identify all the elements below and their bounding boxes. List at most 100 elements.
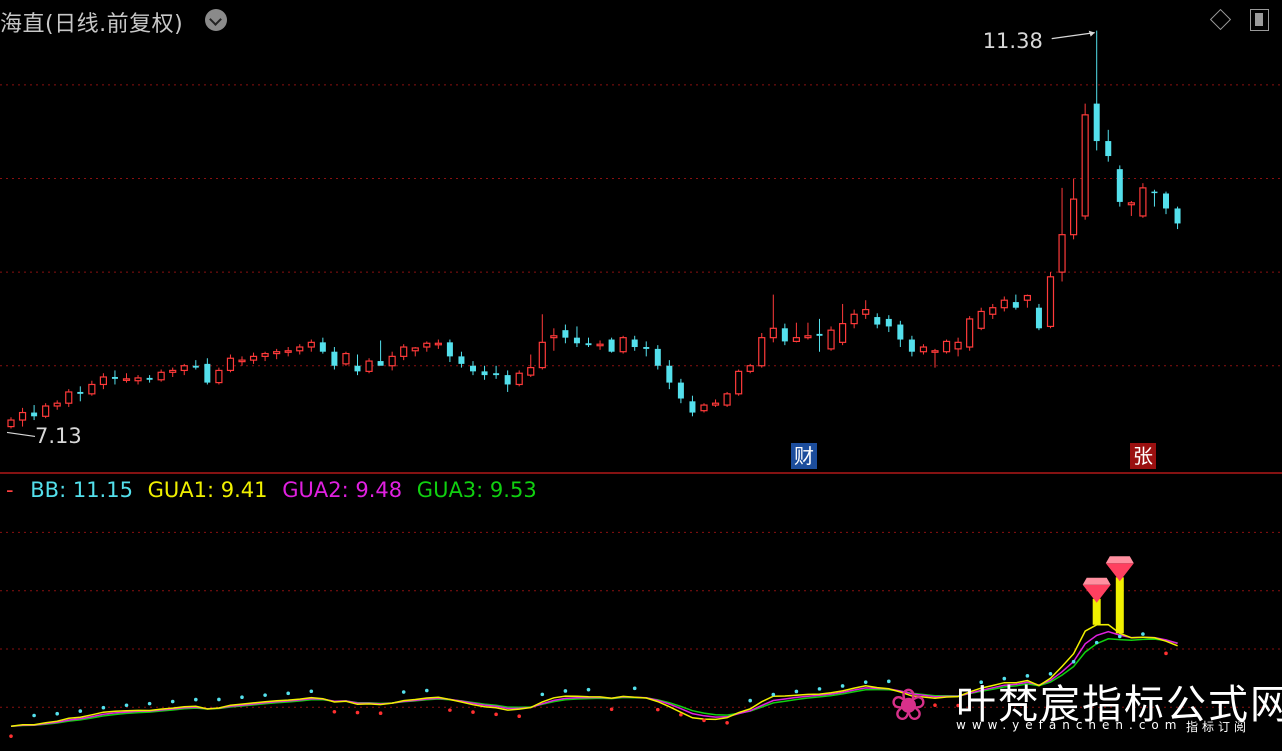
candle-body: [273, 351, 281, 355]
candle-body: [1174, 208, 1181, 224]
candle-body: [1105, 141, 1112, 157]
candle-body: [77, 391, 84, 394]
legend-bb: BB: 11.15: [30, 478, 133, 502]
candle-body: [792, 337, 801, 343]
candle-body: [885, 318, 892, 327]
stock-chart: [0, 30, 1282, 738]
bb-dot: [494, 712, 498, 717]
finance-event-badge[interactable]: 财: [791, 443, 817, 469]
bb-dot: [632, 686, 637, 691]
bb-dot: [378, 711, 383, 716]
bb-dot: [425, 688, 429, 693]
low-price-label: 7.13: [35, 424, 82, 449]
legend-marker: -: [6, 478, 14, 502]
candle-body: [284, 350, 292, 353]
bb-dot: [355, 710, 360, 715]
bb-dot: [309, 689, 314, 694]
bb-dot: [609, 707, 614, 712]
candle-body: [261, 352, 269, 357]
candle-body: [7, 419, 15, 428]
bb-dot: [55, 711, 59, 716]
watermark: ❀ 叶梵宸指标公式网 www.yefanchen.com 指标订阅: [890, 672, 1282, 742]
bb-dot: [1141, 632, 1145, 636]
candle-body: [1163, 193, 1169, 209]
lotus-icon: ❀: [890, 680, 927, 731]
candle-body: [249, 355, 258, 361]
bb-dot: [540, 692, 545, 697]
candle-body: [423, 342, 431, 348]
candle-body: [723, 393, 731, 406]
candle-body: [816, 333, 823, 336]
candle-body: [954, 341, 962, 350]
candle-body: [493, 373, 500, 376]
candle-body: [919, 346, 928, 353]
candle-body: [700, 404, 708, 412]
candle-body: [458, 356, 465, 364]
candle-body: [1069, 198, 1078, 236]
limit-up-event-badge[interactable]: 张: [1130, 443, 1156, 469]
candle-body: [226, 357, 235, 372]
high-price-label: 11.38: [982, 28, 1043, 53]
bb-dot: [9, 734, 13, 738]
candle-body: [711, 402, 720, 406]
candle-body: [619, 337, 627, 353]
candle-body: [538, 341, 546, 369]
candle-body: [608, 339, 615, 352]
candle-body: [758, 337, 766, 367]
candle-body: [122, 378, 131, 381]
candle-body: [434, 342, 442, 346]
candle-body: [585, 343, 592, 346]
bb-dot: [563, 689, 568, 693]
candle-body: [411, 347, 419, 352]
bb-dot: [170, 699, 175, 704]
candle-body: [180, 365, 188, 372]
candle-body: [631, 339, 638, 348]
bb-dot: [517, 714, 521, 719]
bb-dot: [702, 718, 706, 723]
watermark-url: www.yefanchen.com: [956, 718, 1183, 732]
bb-dot: [1118, 634, 1122, 639]
candle-body: [354, 365, 361, 372]
candle-body: [470, 365, 476, 372]
candle-body: [307, 341, 315, 348]
candle-body: [850, 313, 858, 325]
indicator-legend: - BB: 11.15 GUA1: 9.41 GUA2: 9.48 GUA3: …: [6, 478, 545, 502]
candle-body: [781, 328, 788, 342]
candle-body: [527, 367, 535, 376]
bb-dot: [840, 684, 845, 688]
candle-body: [746, 365, 754, 372]
gem-top: [1082, 577, 1111, 585]
candle-body: [1151, 191, 1158, 194]
gem-stem: [1115, 577, 1124, 634]
candle-body: [977, 310, 985, 329]
candle-body: [157, 371, 165, 381]
candle-body: [838, 323, 847, 343]
legend-gua2: GUA2: 9.48: [282, 478, 403, 502]
candle-body: [1058, 234, 1066, 273]
bb-dot: [771, 692, 776, 697]
gem-marker: [1082, 584, 1111, 603]
candle-body: [966, 318, 974, 348]
candle-body: [388, 355, 396, 367]
candle-body: [666, 365, 673, 383]
bb-dot: [78, 709, 83, 713]
bb-dot: [332, 709, 337, 714]
watermark-sub: 指标订阅: [1185, 720, 1250, 734]
bb-dot: [147, 701, 152, 706]
candle-body: [689, 401, 696, 413]
chevron-down-icon[interactable]: [205, 9, 227, 31]
candle-body: [874, 317, 881, 325]
panel-toggle-icon[interactable]: [1250, 9, 1269, 31]
bb-dot: [1164, 651, 1168, 656]
bb-dot: [1094, 640, 1099, 645]
bb-dot: [401, 690, 406, 694]
candle-body: [1012, 302, 1019, 308]
candle-body: [1046, 276, 1055, 328]
candle-body: [897, 324, 904, 340]
bb-dot: [817, 687, 822, 691]
bb-dot: [194, 697, 198, 702]
candle-body: [215, 369, 223, 384]
candle-body: [18, 411, 27, 421]
bb-dot: [586, 687, 591, 692]
bb-dot: [448, 708, 452, 712]
